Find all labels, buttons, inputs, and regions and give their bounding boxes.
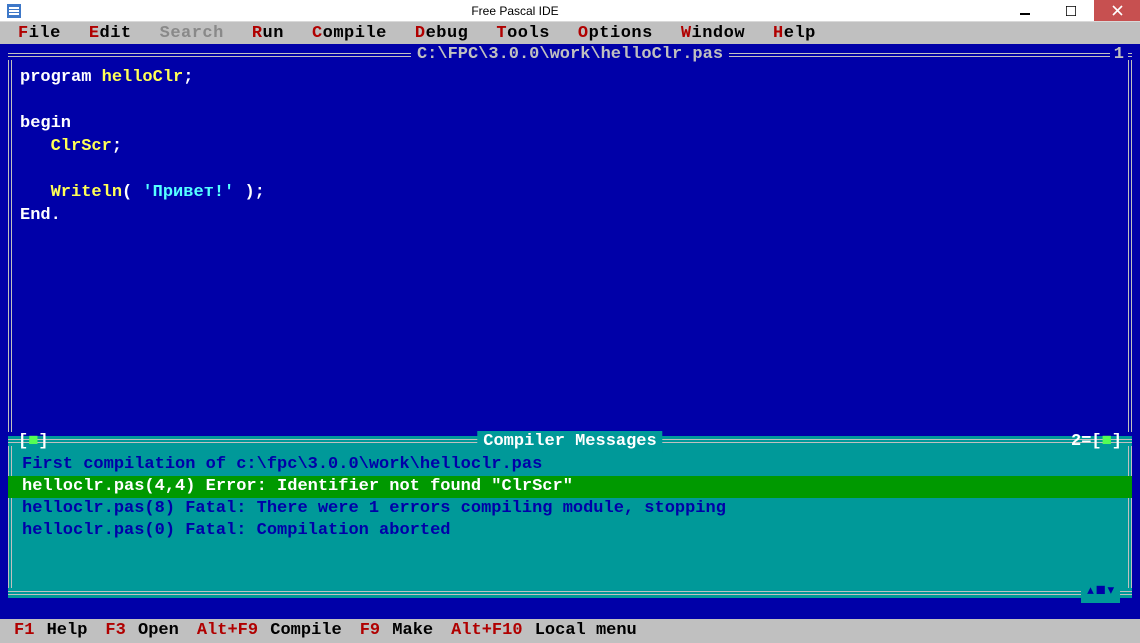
menu-file[interactable]: File bbox=[18, 24, 61, 43]
menu-search: Search bbox=[160, 24, 224, 43]
message-line[interactable]: helloclr.pas(0) Fatal: Compilation abort… bbox=[22, 520, 1118, 542]
ide-tui: C:\FPC\3.0.0\work\helloClr.pas 1 program… bbox=[0, 44, 1140, 619]
shortcut-alt-f10[interactable]: Alt+F10 Local menu bbox=[451, 619, 637, 643]
pane-close-icon[interactable]: [■] bbox=[18, 431, 49, 453]
minimize-button[interactable] bbox=[1002, 0, 1048, 21]
shortcut-alt-f9[interactable]: Alt+F9 Compile bbox=[197, 619, 342, 643]
menu-debug[interactable]: Debug bbox=[415, 24, 469, 43]
maximize-button[interactable] bbox=[1048, 0, 1094, 21]
window-title: Free Pascal IDE bbox=[28, 0, 1002, 21]
messages-title: Compiler Messages bbox=[477, 431, 662, 453]
close-button[interactable] bbox=[1094, 0, 1140, 21]
scroll-widget-icon[interactable]: ▴■▾ bbox=[1081, 581, 1120, 603]
editor-frame-number: 1 bbox=[1110, 44, 1128, 66]
shortcut-f9[interactable]: F9 Make bbox=[360, 619, 433, 643]
editor-title: C:\FPC\3.0.0\work\helloClr.pas bbox=[411, 44, 729, 66]
message-line[interactable]: helloclr.pas(8) Fatal: There were 1 erro… bbox=[22, 498, 1118, 520]
editor-frame: C:\FPC\3.0.0\work\helloClr.pas 1 program… bbox=[8, 50, 1132, 432]
message-line[interactable]: First compilation of c:\fpc\3.0.0\work\h… bbox=[22, 454, 1118, 476]
menu-window[interactable]: Window bbox=[681, 24, 745, 43]
window-titlebar: Free Pascal IDE bbox=[0, 0, 1140, 22]
shortcut-f1[interactable]: F1 Help bbox=[14, 619, 87, 643]
menu-bar: File Edit Search Run Compile Debug Tools Option… bbox=[0, 22, 1140, 44]
menu-help[interactable]: Help bbox=[773, 24, 816, 43]
code-area[interactable]: program helloClr; begin ClrScr; Writeln(… bbox=[20, 66, 1120, 426]
menu-run[interactable]: Run bbox=[252, 24, 284, 43]
menu-options[interactable]: Options bbox=[578, 24, 653, 43]
menu-edit[interactable]: Edit bbox=[89, 24, 132, 43]
menu-tools[interactable]: Tools bbox=[496, 24, 550, 43]
app-icon bbox=[0, 0, 28, 21]
pane-number: 2=[■] bbox=[1071, 431, 1122, 453]
shortcut-f3[interactable]: F3 Open bbox=[105, 619, 178, 643]
status-bar: F1 Help F3 Open Alt+F9 Compile F9 Make Alt+F… bbox=[0, 619, 1140, 643]
compiler-messages-pane: [■] Compiler Messages 2=[■] First compil… bbox=[8, 436, 1132, 598]
menu-compile[interactable]: Compile bbox=[312, 24, 387, 43]
messages-list[interactable]: First compilation of c:\fpc\3.0.0\work\h… bbox=[22, 454, 1118, 582]
message-line[interactable]: helloclr.pas(4,4) Error: Identifier not … bbox=[8, 476, 1132, 498]
